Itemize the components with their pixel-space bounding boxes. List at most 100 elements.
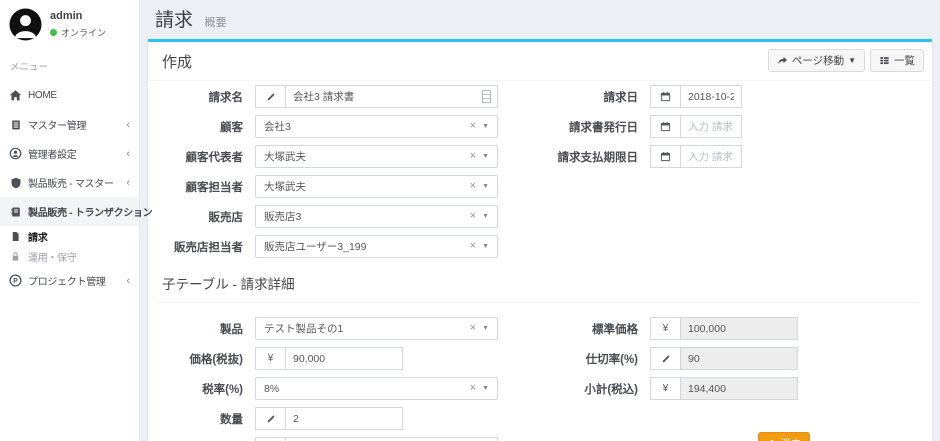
price-input[interactable] xyxy=(285,347,403,370)
chevron-left-icon: ‹ xyxy=(126,119,130,131)
tax-rate-label: 税率(%) xyxy=(156,381,255,397)
user-name: admin xyxy=(50,10,106,22)
selected-value: 8% xyxy=(264,383,279,395)
pencil-icon xyxy=(255,437,285,441)
menu-section-label: メニュー xyxy=(0,47,139,81)
clear-icon[interactable]: × xyxy=(470,382,476,395)
quantity-input[interactable] xyxy=(285,407,403,430)
page-title: 請求 xyxy=(155,10,193,31)
issue-date-label: 請求書発行日 xyxy=(498,119,650,135)
sidebar-item-operation-maintenance[interactable]: 運用・保守 xyxy=(0,246,139,266)
product-label: 製品 xyxy=(156,321,255,337)
due-date-input[interactable] xyxy=(680,145,742,168)
clear-icon[interactable]: × xyxy=(470,322,476,335)
dealer-contact-label: 販売店担当者 xyxy=(156,239,255,255)
quantity-label: 数量 xyxy=(156,411,255,427)
invoice-name-label: 請求名 xyxy=(156,89,255,105)
due-date-label: 請求支払期限日 xyxy=(498,149,650,165)
p-circle-icon: P xyxy=(9,274,22,287)
price-label: 価格(税抜) xyxy=(156,351,255,367)
subtotal-input xyxy=(680,377,798,400)
pencil-icon xyxy=(255,85,285,108)
calendar-icon xyxy=(650,115,680,138)
forward-arrow-icon xyxy=(777,55,788,66)
customer-rep-label: 顧客代表者 xyxy=(156,149,255,165)
user-panel: admin オンライン xyxy=(0,0,139,47)
selected-value: 大塚武夫 xyxy=(264,149,306,164)
clear-icon[interactable]: × xyxy=(470,240,476,253)
lock-icon xyxy=(9,250,22,263)
product-select[interactable]: テスト製品その1 × ▼ xyxy=(255,317,498,340)
yen-icon: ¥ xyxy=(650,317,680,340)
child-table-section-title: 子テーブル - 請求詳細 xyxy=(156,265,918,303)
caret-down-icon[interactable]: ▼ xyxy=(482,325,489,332)
caret-down-icon[interactable]: ▼ xyxy=(482,153,489,160)
calendar-icon xyxy=(650,145,680,168)
shield-icon xyxy=(9,176,22,189)
page-move-button[interactable]: ページ移動 ▼ xyxy=(768,49,865,72)
delete-row-button[interactable]: 消去 xyxy=(758,432,810,441)
calendar-icon xyxy=(650,85,680,108)
sidebar: admin オンライン メニュー HOME マスター管理 ‹ 管理者設定 ‹ 製… xyxy=(0,0,140,441)
clear-icon[interactable]: × xyxy=(470,120,476,133)
subtotal-label: 小計(税込) xyxy=(498,381,650,397)
svg-text:P: P xyxy=(13,278,18,285)
admin-user-icon xyxy=(9,147,22,160)
selected-value: 大塚武夫 xyxy=(264,179,306,194)
caret-down-icon[interactable]: ▼ xyxy=(482,183,489,190)
yen-icon: ¥ xyxy=(255,347,285,370)
invoice-date-input[interactable] xyxy=(680,85,742,108)
unit-input[interactable] xyxy=(285,437,498,441)
clear-icon[interactable]: × xyxy=(470,150,476,163)
issue-date-input[interactable] xyxy=(680,115,742,138)
selected-value: 販売店3 xyxy=(264,209,301,224)
online-status-icon xyxy=(50,29,57,36)
caret-down-icon[interactable]: ▼ xyxy=(482,213,489,220)
list-icon xyxy=(879,55,890,66)
customer-rep-select[interactable]: 大塚武夫 × ▼ xyxy=(255,145,498,168)
pencil-icon xyxy=(255,407,285,430)
page-subtitle: 概要 xyxy=(204,17,226,29)
sidebar-item-home[interactable]: HOME xyxy=(0,81,139,110)
pencil-icon xyxy=(650,347,680,370)
customer-contact-label: 顧客担当者 xyxy=(156,179,255,195)
wholesale-rate-input xyxy=(680,347,798,370)
tax-rate-select[interactable]: 8% × ▼ xyxy=(255,377,498,400)
customer-label: 顧客 xyxy=(156,119,255,135)
page-header: 請求 概要 xyxy=(140,0,940,39)
dealer-select[interactable]: 販売店3 × ▼ xyxy=(255,205,498,228)
create-panel: 作成 ページ移動 ▼ 一覧 請求名 xyxy=(148,39,932,441)
file-icon xyxy=(9,230,22,243)
sidebar-item-admin-settings[interactable]: 管理者設定 ‹ xyxy=(0,139,139,168)
wholesale-rate-label: 仕切率(%) xyxy=(498,351,650,367)
standard-price-label: 標準価格 xyxy=(498,321,650,337)
user-avatar-icon xyxy=(9,8,42,41)
sidebar-item-master-admin[interactable]: マスター管理 ‹ xyxy=(0,110,139,139)
caret-down-icon[interactable]: ▼ xyxy=(482,385,489,392)
selected-value: 会社3 xyxy=(264,119,291,134)
chevron-left-icon: ‹ xyxy=(126,275,130,287)
sidebar-item-product-sales-transaction[interactable]: 製品販売 - トランザクション xyxy=(0,197,139,226)
sidebar-item-invoice[interactable]: 請求 xyxy=(0,226,139,246)
sidebar-item-product-sales-master[interactable]: 製品販売 - マスター ‹ xyxy=(0,168,139,197)
clear-icon[interactable]: × xyxy=(470,180,476,193)
standard-price-input xyxy=(680,317,798,340)
list-button[interactable]: 一覧 xyxy=(870,49,924,72)
sidebar-item-project-admin[interactable]: P プロジェクト管理 ‹ xyxy=(0,266,139,295)
clear-icon[interactable]: × xyxy=(470,210,476,223)
chevron-left-icon: ‹ xyxy=(126,148,130,160)
caret-down-icon: ▼ xyxy=(848,56,856,65)
customer-select[interactable]: 会社3 × ▼ xyxy=(255,115,498,138)
selected-value: テスト製品その1 xyxy=(264,321,343,336)
home-icon xyxy=(9,89,22,102)
caret-down-icon[interactable]: ▼ xyxy=(482,243,489,250)
main-content: 請求 概要 作成 ページ移動 ▼ 一覧 請求名 xyxy=(140,0,940,441)
text-length-icon xyxy=(482,90,491,103)
invoice-date-label: 請求日 xyxy=(498,89,650,105)
invoice-name-input[interactable] xyxy=(285,85,498,108)
customer-contact-select[interactable]: 大塚武夫 × ▼ xyxy=(255,175,498,198)
chevron-left-icon: ‹ xyxy=(126,177,130,189)
yen-icon: ¥ xyxy=(650,377,680,400)
caret-down-icon[interactable]: ▼ xyxy=(482,123,489,130)
dealer-contact-select[interactable]: 販売店ユーザー3_199 × ▼ xyxy=(255,235,498,258)
